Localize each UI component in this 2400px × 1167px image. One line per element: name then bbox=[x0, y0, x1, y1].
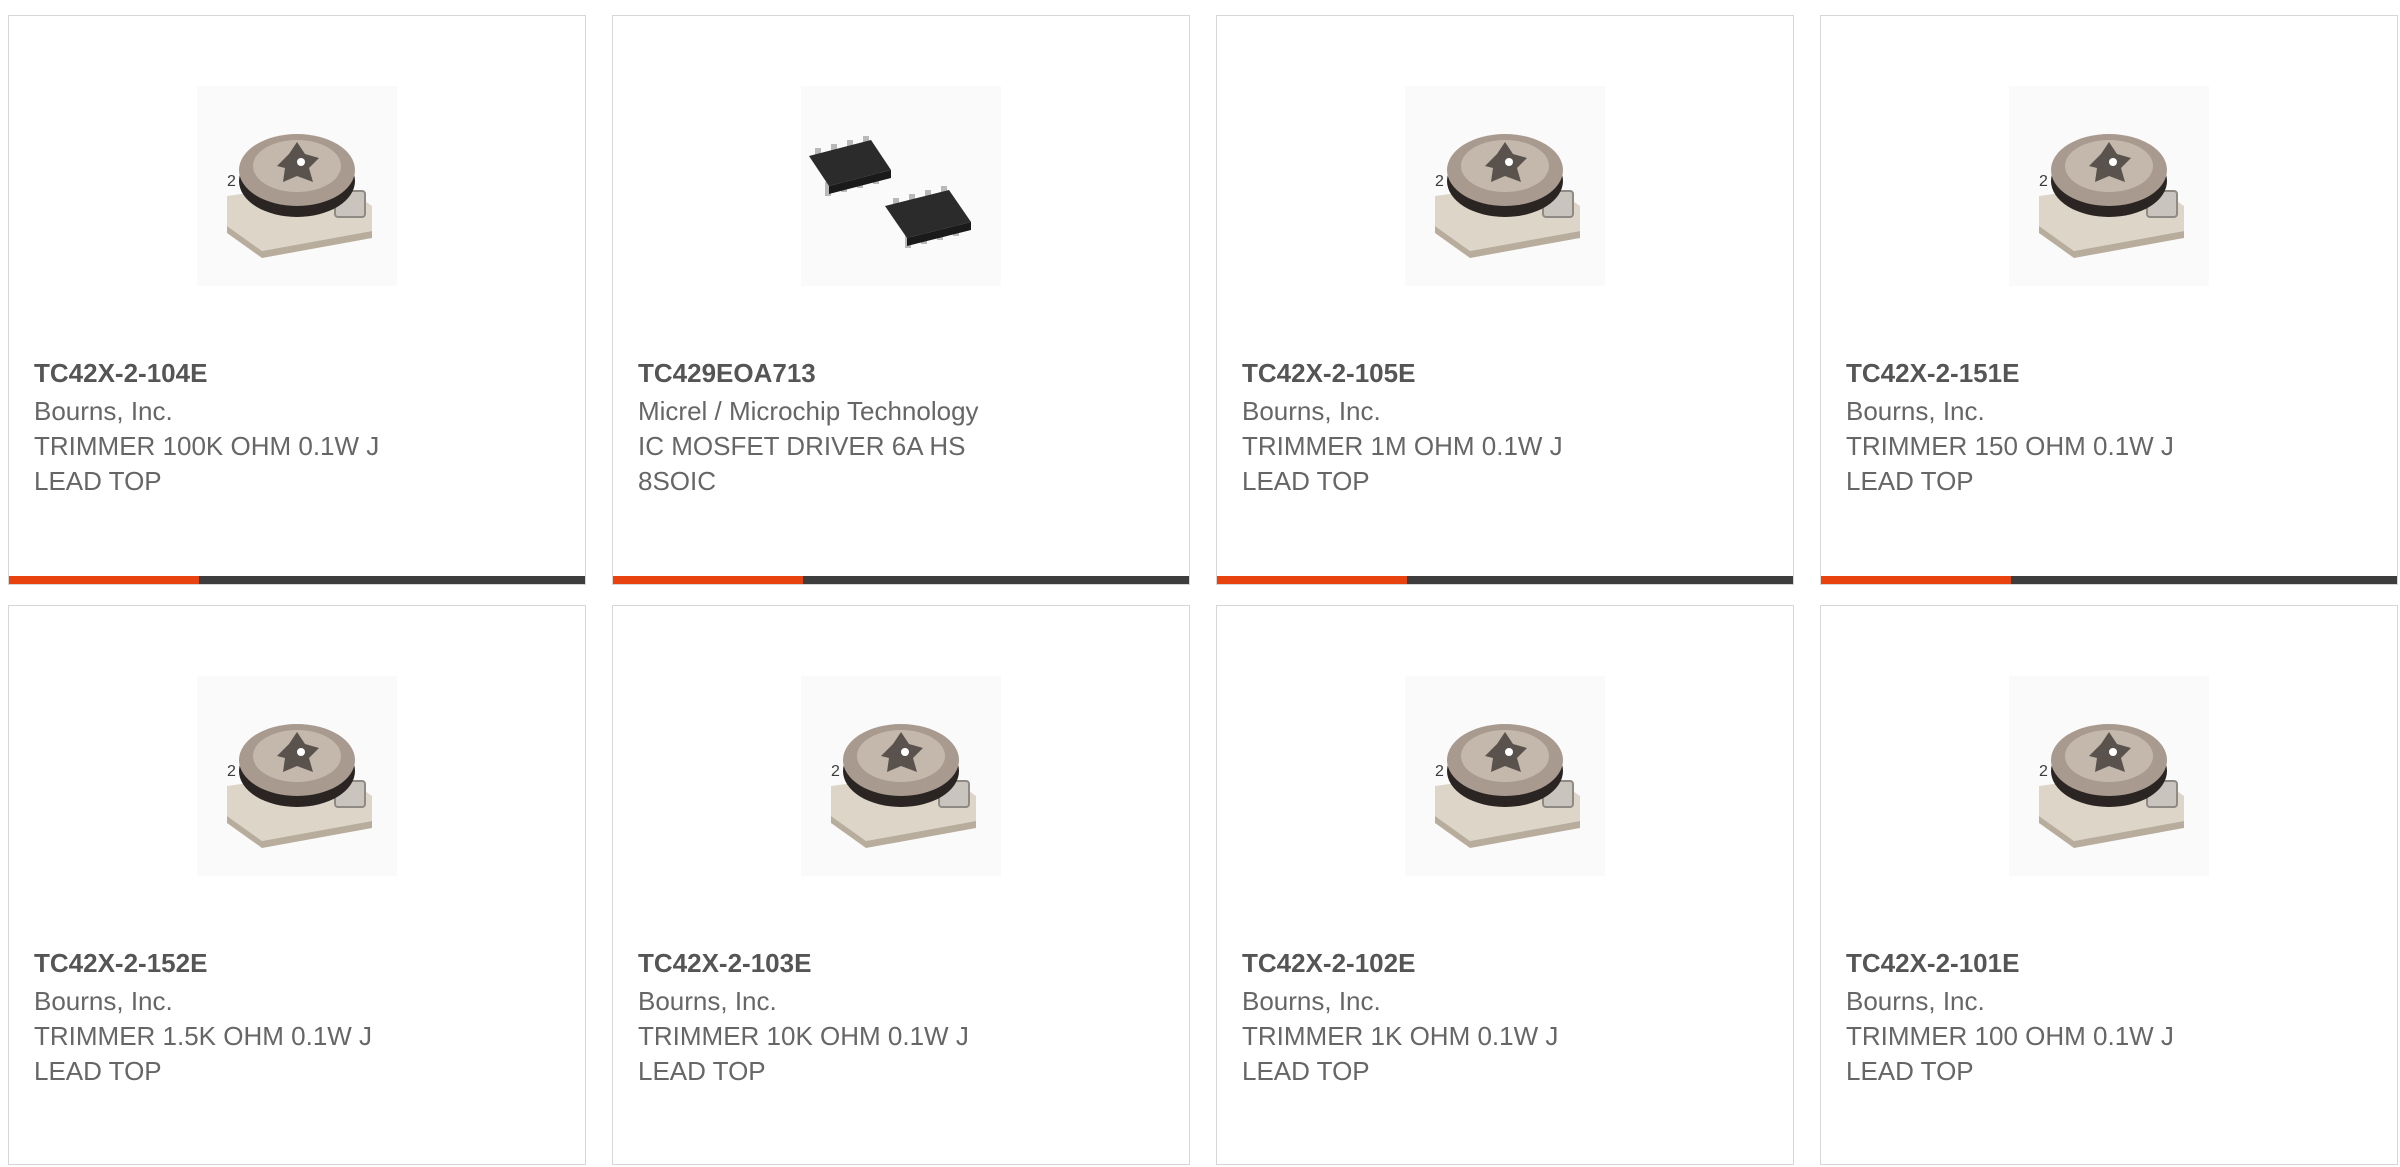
description: IC MOSFET DRIVER 6A HS 8SOIC bbox=[638, 431, 966, 496]
svg-text:2: 2 bbox=[1435, 173, 1444, 190]
manufacturer: Bourns, Inc. bbox=[1242, 986, 1381, 1016]
manufacturer: Bourns, Inc. bbox=[34, 986, 173, 1016]
product-grid: 2 TC42X-2-104E Bourns, Inc. TRIMMER 100K… bbox=[8, 15, 2398, 1165]
product-card[interactable]: 2 TC42X-2-101E Bourns, Inc. TRIMMER 100 … bbox=[1820, 605, 2398, 1165]
manufacturer: Bourns, Inc. bbox=[1846, 986, 1985, 1016]
svg-text:2: 2 bbox=[227, 763, 236, 780]
part-number[interactable]: TC42X-2-151E bbox=[1846, 356, 2372, 391]
product-image[interactable]: 2 bbox=[2009, 86, 2209, 286]
part-number[interactable]: TC42X-2-152E bbox=[34, 946, 560, 981]
product-image[interactable]: 2 bbox=[801, 676, 1001, 876]
product-image[interactable]: 2 bbox=[1405, 676, 1605, 876]
description: TRIMMER 1.5K OHM 0.1W J LEAD TOP bbox=[34, 1021, 373, 1086]
svg-text:2: 2 bbox=[2039, 173, 2048, 190]
trimmer-icon: 2 bbox=[2039, 724, 2184, 848]
product-card[interactable]: 2 TC42X-2-102E Bourns, Inc. TRIMMER 1K O… bbox=[1216, 605, 1794, 1165]
progress-fill bbox=[9, 576, 200, 584]
trimmer-icon: 2 bbox=[1435, 724, 1580, 848]
description: TRIMMER 10K OHM 0.1W J LEAD TOP bbox=[638, 1021, 969, 1086]
description: TRIMMER 1M OHM 0.1W J LEAD TOP bbox=[1242, 431, 1563, 496]
product-image[interactable] bbox=[801, 86, 1001, 286]
svg-text:2: 2 bbox=[2039, 763, 2048, 780]
trimmer-icon: 2 bbox=[831, 724, 976, 848]
product-card[interactable]: 2 TC42X-2-152E Bourns, Inc. TRIMMER 1.5K… bbox=[8, 605, 586, 1165]
svg-text:2: 2 bbox=[227, 173, 236, 190]
product-card[interactable]: 2 TC42X-2-103E Bourns, Inc. TRIMMER 10K … bbox=[612, 605, 1190, 1165]
svg-text:2: 2 bbox=[1435, 763, 1444, 780]
manufacturer: Micrel / Microchip Technology bbox=[638, 396, 979, 426]
trimmer-icon: 2 bbox=[1435, 134, 1580, 258]
product-card[interactable]: TC429EOA713 Micrel / Microchip Technolog… bbox=[612, 15, 1190, 585]
description: TRIMMER 150 OHM 0.1W J LEAD TOP bbox=[1846, 431, 2174, 496]
product-image[interactable]: 2 bbox=[1405, 86, 1605, 286]
product-card[interactable]: 2 TC42X-2-151E Bourns, Inc. TRIMMER 150 … bbox=[1820, 15, 2398, 585]
product-card[interactable]: 2 TC42X-2-104E Bourns, Inc. TRIMMER 100K… bbox=[8, 15, 586, 585]
progress-fill bbox=[613, 576, 804, 584]
svg-text:2: 2 bbox=[831, 763, 840, 780]
progress-bar bbox=[613, 576, 1189, 584]
description: TRIMMER 100K OHM 0.1W J LEAD TOP bbox=[34, 431, 380, 496]
trimmer-icon: 2 bbox=[2039, 134, 2184, 258]
part-number[interactable]: TC42X-2-101E bbox=[1846, 946, 2372, 981]
product-image[interactable]: 2 bbox=[197, 86, 397, 286]
product-image[interactable]: 2 bbox=[197, 676, 397, 876]
description: TRIMMER 100 OHM 0.1W J LEAD TOP bbox=[1846, 1021, 2174, 1086]
manufacturer: Bourns, Inc. bbox=[638, 986, 777, 1016]
trimmer-icon: 2 bbox=[227, 134, 372, 258]
part-number[interactable]: TC429EOA713 bbox=[638, 356, 1164, 391]
part-number[interactable]: TC42X-2-103E bbox=[638, 946, 1164, 981]
soic-chip-icon bbox=[809, 136, 971, 248]
manufacturer: Bourns, Inc. bbox=[1846, 396, 1985, 426]
part-number[interactable]: TC42X-2-104E bbox=[34, 356, 560, 391]
description: TRIMMER 1K OHM 0.1W J LEAD TOP bbox=[1242, 1021, 1559, 1086]
progress-bar bbox=[9, 576, 585, 584]
part-number[interactable]: TC42X-2-102E bbox=[1242, 946, 1768, 981]
manufacturer: Bourns, Inc. bbox=[1242, 396, 1381, 426]
product-image[interactable]: 2 bbox=[2009, 676, 2209, 876]
manufacturer: Bourns, Inc. bbox=[34, 396, 173, 426]
progress-fill bbox=[1821, 576, 2012, 584]
trimmer-icon: 2 bbox=[227, 724, 372, 848]
part-number[interactable]: TC42X-2-105E bbox=[1242, 356, 1768, 391]
progress-bar bbox=[1821, 576, 2397, 584]
progress-fill bbox=[1217, 576, 1408, 584]
product-card[interactable]: 2 TC42X-2-105E Bourns, Inc. TRIMMER 1M O… bbox=[1216, 15, 1794, 585]
progress-bar bbox=[1217, 576, 1793, 584]
